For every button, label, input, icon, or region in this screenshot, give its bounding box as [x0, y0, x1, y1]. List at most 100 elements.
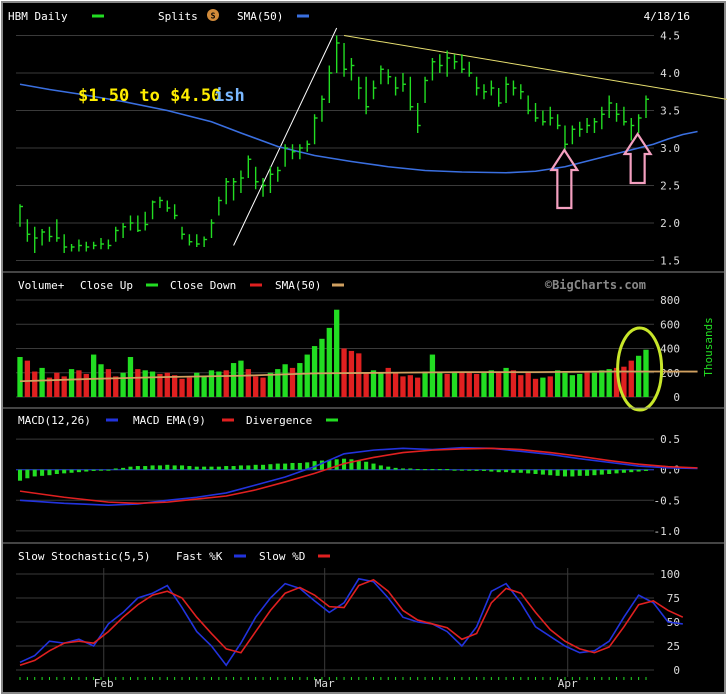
volume-bar [540, 377, 546, 397]
macd-divergence-bar [261, 464, 266, 470]
macd-divergence-bar [643, 469, 649, 471]
volume-bar [415, 377, 421, 397]
volume-tick-label: 400 [660, 343, 680, 356]
volume-bar [392, 372, 399, 397]
volume-bar [208, 370, 215, 397]
macd-divergence-bar [84, 469, 89, 472]
macd-divergence-bar [378, 465, 383, 470]
volume-bar [17, 356, 23, 397]
macd-divergence-bar [511, 469, 516, 473]
chart-page: 4.5 4.0 3.5 3.0 2.5 2.0 1.5 HBM Daily Splits S… [0, 0, 727, 695]
volume-legend-close-up: Close Up [80, 279, 133, 292]
macd-divergence-bar [430, 469, 435, 471]
macd-divergence-bar [194, 466, 199, 470]
volume-bar [311, 346, 318, 397]
volume-bar [378, 372, 384, 397]
macd-divergence-bar [98, 469, 104, 471]
volume-legend-sma: SMA(50) [275, 279, 321, 292]
macd-divergence-bar [533, 469, 538, 474]
volume-bar [466, 372, 472, 397]
macd-legend-ema: MACD EMA(9) [133, 414, 206, 427]
macd-divergence-bar [371, 463, 376, 470]
macd-divergence-bar [268, 464, 273, 470]
macd-divergence-bar [555, 469, 560, 476]
volume-bar [459, 371, 465, 397]
volume-bar [628, 360, 634, 397]
macd-divergence-bar [614, 469, 619, 474]
macd-divergence-bar [467, 469, 472, 471]
volume-bar [599, 370, 605, 397]
volume-bar [510, 370, 517, 397]
macd-divergence-bar [408, 468, 413, 470]
volume-y-axis-label: Thousands [702, 317, 715, 377]
macd-divergence-bar [76, 469, 81, 473]
volume-bar [105, 369, 112, 397]
macd-divergence-bar [599, 469, 604, 475]
price-legend-sma: SMA(50) [237, 10, 283, 23]
macd-divergence-bar [437, 469, 442, 471]
macd-divergence-bar [496, 469, 501, 473]
macd-divergence-bar [636, 469, 641, 472]
macd-divergence-bar [231, 466, 236, 470]
volume-bar [584, 371, 590, 397]
macd-divergence-bar [283, 463, 288, 470]
macd-divergence-bar [25, 469, 30, 479]
macd-divergence-bar [481, 469, 487, 471]
price-tick-label: 2.0 [660, 217, 680, 230]
macd-legend-divergence: Divergence [246, 414, 312, 427]
volume-legend-close-down: Close Down [170, 279, 236, 292]
volume-bar [334, 309, 340, 397]
macd-divergence-bar [459, 469, 464, 471]
price-tick-label: 4.5 [660, 30, 680, 43]
volume-bar [267, 372, 274, 397]
volume-bar [179, 378, 185, 397]
macd-divergence-bar [518, 469, 523, 473]
macd-divergence-bar [423, 469, 428, 471]
volume-bar [304, 354, 310, 397]
volume-bar [282, 364, 288, 397]
volume-bar [554, 370, 561, 397]
volume-bar [297, 363, 303, 397]
volume-bar [591, 372, 598, 397]
macd-divergence-bar [32, 469, 37, 477]
volume-bar [356, 353, 362, 397]
volume-bar [518, 375, 524, 397]
price-tick-label: 3.0 [660, 142, 680, 155]
price-range-annotation-suffix: ish [214, 86, 245, 106]
macd-tick-label: -1.0 [654, 525, 681, 538]
macd-tick-label: -0.5 [654, 494, 681, 507]
macd-divergence-bar [113, 468, 118, 470]
volume-bar [260, 377, 266, 397]
macd-divergence-bar [570, 469, 575, 477]
volume-bar [437, 372, 443, 397]
macd-divergence-bar [297, 462, 302, 470]
stochastic-legend-fast-k: Fast %K [176, 550, 223, 563]
volume-bar [223, 370, 229, 397]
macd-divergence-bar [253, 464, 258, 470]
macd-divergence-bar [349, 459, 354, 470]
price-tick-label: 4.0 [660, 67, 680, 80]
macd-divergence-bar [386, 466, 391, 470]
volume-bar [54, 372, 60, 397]
macd-divergence-bar [526, 469, 531, 474]
macd-divergence-bar [62, 469, 67, 474]
macd-divergence-bar [179, 465, 185, 470]
stochastic-tick-label: 25 [667, 640, 680, 653]
volume-bar [422, 371, 428, 397]
macd-divergence-bar [474, 469, 479, 471]
volume-bar [488, 370, 494, 397]
volume-bar [577, 373, 583, 397]
macd-divergence-bar [540, 469, 545, 475]
macd-divergence-bar [172, 465, 177, 470]
macd-divergence-bar [415, 469, 420, 471]
macd-divergence-bar [607, 469, 612, 474]
volume-bar [400, 376, 406, 397]
macd-divergence-bar [592, 469, 597, 476]
volume-bar [635, 355, 642, 397]
volume-bar [230, 363, 237, 397]
stochastic-tick-label: 100 [660, 568, 680, 581]
month-label: Mar [315, 677, 335, 690]
macd-divergence-bar [40, 469, 45, 476]
splits-badge-letter: S [211, 12, 216, 21]
stochastic-tick-label: 0 [673, 664, 680, 677]
